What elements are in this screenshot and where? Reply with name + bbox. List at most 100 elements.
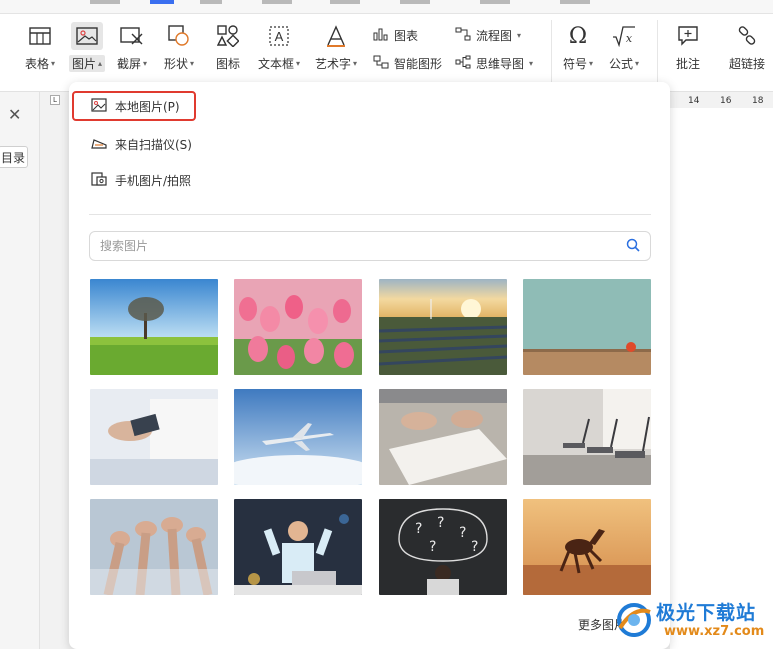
smartart-label: 智能图形: [394, 57, 443, 71]
picture-icon: [71, 22, 104, 50]
ruler-tick: 18: [752, 96, 764, 106]
mindmap-button[interactable]: 思维导图 ▾: [455, 55, 533, 72]
from-scanner-item[interactable]: 来自扫描仪(S): [83, 129, 333, 159]
picture-thumbnail-phone-hands[interactable]: [90, 389, 218, 485]
insert-picture-button[interactable]: 图片 ▴: [69, 22, 106, 80]
wordart-button[interactable]: 艺术字 ▾: [315, 22, 357, 80]
picture-dropdown: 本地图片(P) 来自扫描仪(S) 手机图片/拍照 搜索图片 ? ? ? ? ? …: [69, 82, 670, 649]
chevron-down-icon: ▾: [296, 59, 301, 68]
picture-thumbnail-success-man[interactable]: [234, 499, 362, 595]
chevron-down-icon: ▾: [635, 59, 640, 68]
picture-thumbnail-gym[interactable]: [523, 389, 651, 485]
menu-divider: [89, 214, 651, 215]
chart-button[interactable]: 图表: [373, 27, 418, 44]
document-page[interactable]: [670, 108, 773, 649]
phone-photo-icon: [91, 171, 107, 189]
ruler-tick: 14: [688, 96, 700, 106]
picture-thumbnail-document-signing[interactable]: [379, 389, 507, 485]
search-icon[interactable]: [626, 238, 640, 255]
chevron-down-icon: ▾: [190, 59, 195, 68]
picture-thumbnail-team-hands[interactable]: [90, 499, 218, 595]
table-icon: [24, 22, 56, 50]
insert-table-button[interactable]: 表格 ▾: [24, 22, 56, 80]
scanner-icon: [91, 136, 107, 153]
shape-label: 形状: [163, 57, 188, 71]
phone-photo-item[interactable]: 手机图片/拍照: [83, 165, 333, 195]
picture-thumbnail-horse[interactable]: [523, 499, 651, 595]
svg-text:?: ?: [415, 521, 422, 537]
toc-button[interactable]: 目录: [0, 146, 28, 168]
svg-text:?: ?: [429, 539, 436, 555]
svg-text:?: ?: [437, 515, 444, 531]
tab-fragment[interactable]: [560, 0, 590, 4]
site-watermark: 极光下载站 www.xz7.com: [614, 598, 769, 648]
tab-fragment[interactable]: [200, 0, 222, 4]
flowchart-label: 流程图: [476, 29, 513, 43]
link-icon: [731, 22, 763, 50]
chevron-down-icon: ▾: [353, 59, 358, 68]
picture-thumbnail-solar-farm[interactable]: [379, 279, 507, 375]
svg-text:?: ?: [459, 525, 466, 541]
ruler-tick: 16: [720, 96, 732, 106]
flowchart-icon: [455, 27, 471, 44]
active-tab-indicator: [150, 0, 174, 4]
picture-search-box[interactable]: [89, 231, 651, 261]
image-file-icon: [91, 97, 107, 115]
svg-text:A: A: [275, 29, 284, 44]
shape-button[interactable]: 形状 ▾: [163, 22, 195, 80]
chevron-down-icon: ▾: [143, 59, 148, 68]
tab-stop-selector[interactable]: L: [50, 95, 60, 105]
smartart-button[interactable]: 智能图形: [373, 55, 442, 72]
chevron-down-icon: ▾: [589, 59, 594, 68]
mindmap-icon: [455, 55, 471, 72]
close-icon[interactable]: ✕: [8, 105, 21, 124]
comment-button[interactable]: 批注: [672, 22, 704, 80]
insert-ribbon: 表格 ▾ 图片 ▴ 截屏 ▾ 形状 ▾ 图标 A 文本框 ▾ 艺术字 ▾ 图表 …: [0, 14, 773, 92]
chevron-down-icon: ▾: [529, 59, 534, 68]
svg-text:?: ?: [471, 539, 478, 555]
screenshot-button[interactable]: 截屏 ▾: [116, 22, 148, 80]
tab-fragment[interactable]: [90, 0, 120, 4]
flowchart-button[interactable]: 流程图 ▾: [455, 27, 521, 44]
icons-icon: [212, 22, 244, 50]
chevron-down-icon: ▾: [51, 59, 56, 68]
picture-thumbnail-question-board[interactable]: ?????: [379, 499, 507, 595]
formula-icon: x: [608, 22, 640, 50]
watermark-title: 极光下载站: [656, 602, 757, 624]
table-label: 表格: [24, 57, 49, 71]
from-scanner-label: 来自扫描仪(S): [115, 137, 192, 152]
symbol-button[interactable]: Ω 符号 ▾: [562, 22, 594, 80]
formula-button[interactable]: x 公式 ▾: [608, 22, 640, 80]
tab-fragment[interactable]: [330, 0, 360, 4]
chevron-up-icon: ▴: [98, 59, 103, 68]
tab-fragment[interactable]: [262, 0, 292, 4]
comment-label: 批注: [675, 57, 700, 71]
chart-icon: [373, 27, 389, 44]
shape-icon: [163, 22, 195, 50]
textbox-icon: A: [263, 22, 295, 50]
tab-fragment[interactable]: [480, 0, 510, 4]
picture-thumbnail-airplane[interactable]: [234, 389, 362, 485]
ribbon-separator: [657, 20, 658, 86]
picture-thumbnail-apple-table[interactable]: [523, 279, 651, 375]
textbox-button[interactable]: A 文本框 ▾: [258, 22, 300, 80]
icons-button[interactable]: 图标: [212, 22, 244, 80]
picture-thumbnail-tulips[interactable]: [234, 279, 362, 375]
screenshot-label: 截屏: [116, 57, 141, 71]
screenshot-icon: [116, 22, 148, 50]
icons-label: 图标: [215, 57, 240, 71]
menu-tab-strip: [0, 0, 773, 14]
hyperlink-button[interactable]: 超链接: [729, 22, 765, 80]
picture-thumbnail-tree[interactable]: [90, 279, 218, 375]
picture-label: 图片: [72, 57, 97, 71]
formula-label: 公式: [608, 57, 633, 71]
watermark-logo-icon: [614, 600, 654, 640]
navigation-pane: [0, 92, 40, 649]
picture-search-input[interactable]: [100, 239, 626, 253]
local-picture-item[interactable]: 本地图片(P): [72, 91, 196, 121]
horizontal-ruler: 14 16 18: [670, 94, 773, 108]
tab-fragment[interactable]: [400, 0, 430, 4]
local-picture-label: 本地图片(P): [115, 99, 180, 114]
wordart-icon: [320, 22, 352, 50]
symbol-label: 符号: [562, 57, 587, 71]
